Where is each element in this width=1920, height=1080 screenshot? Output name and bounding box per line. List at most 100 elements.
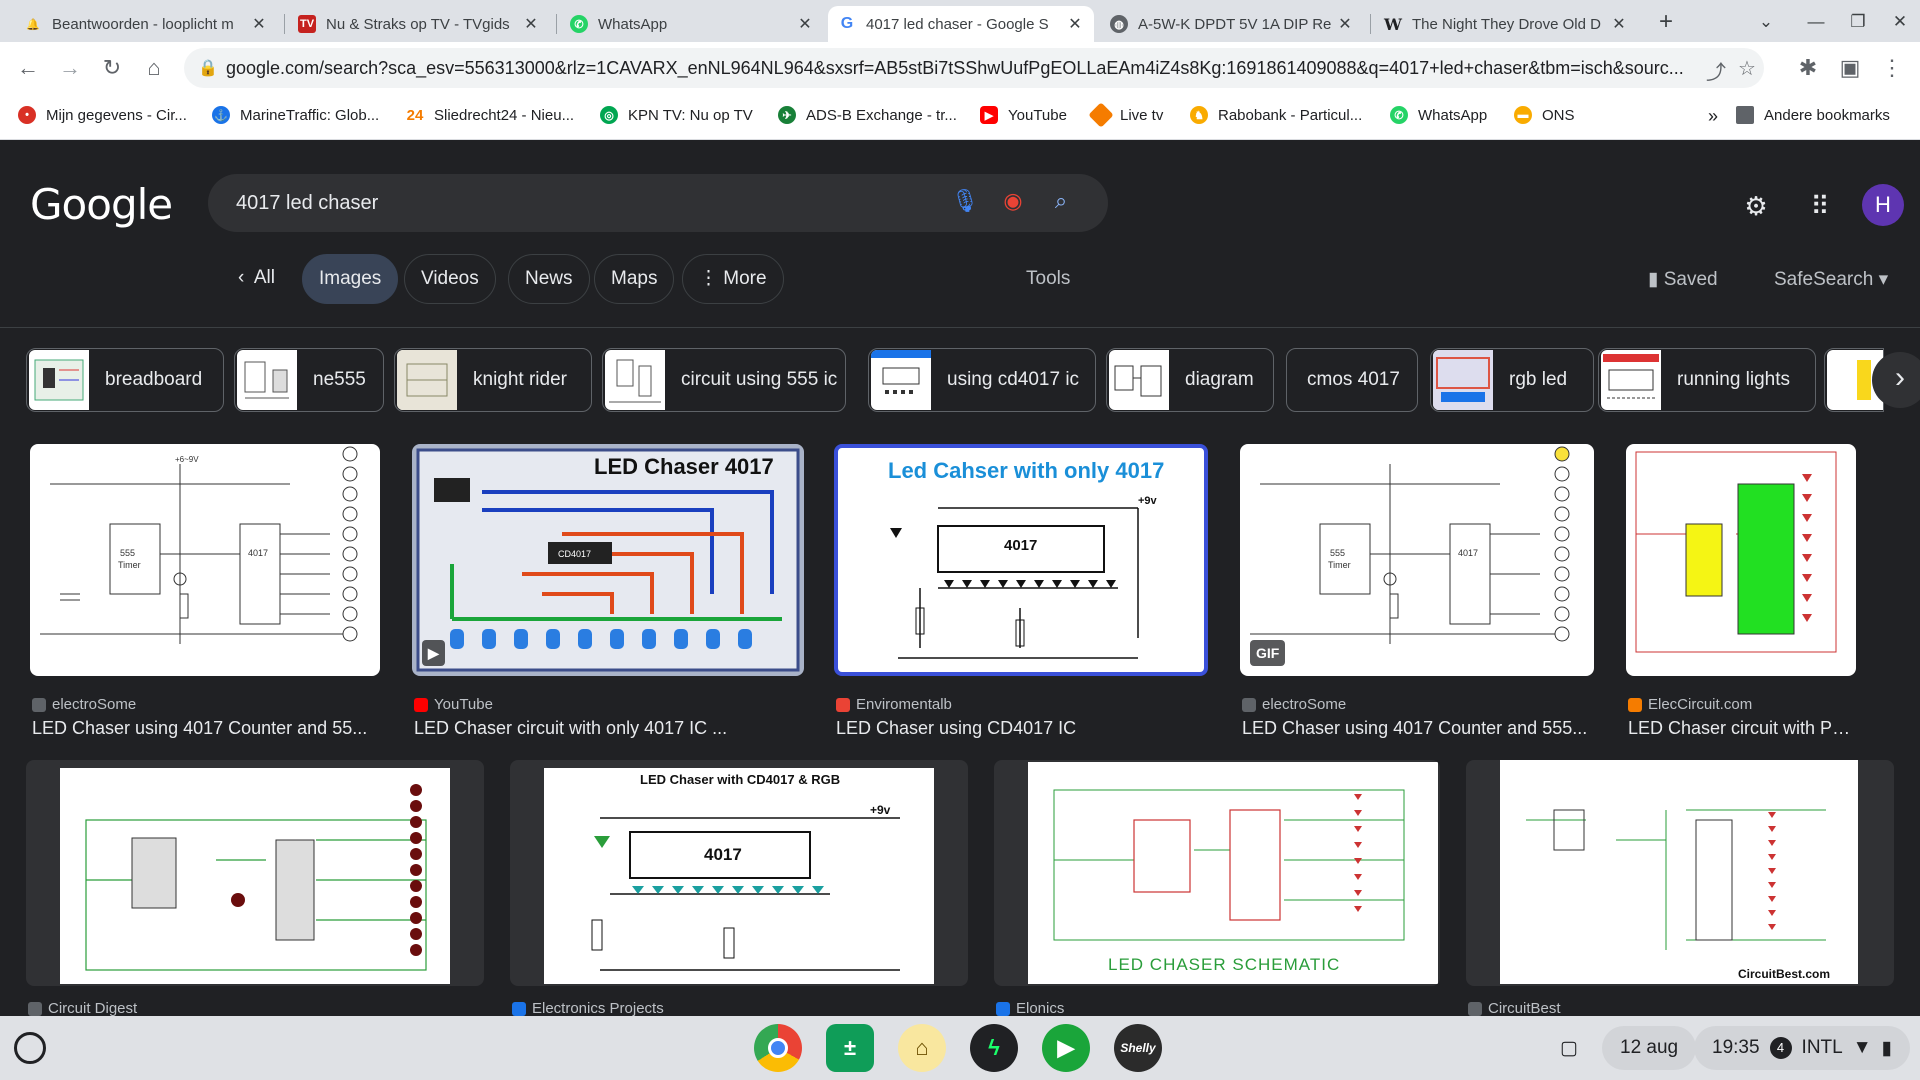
related-chip-running-lights[interactable]: running lights — [1598, 348, 1816, 412]
tab-tvgids[interactable]: TV Nu & Straks op TV - TVgids ✕ — [288, 6, 550, 42]
date-tray[interactable]: 12 aug — [1602, 1026, 1697, 1070]
result-thumbnail[interactable]: LED CHASER SCHEMATIC — [994, 760, 1440, 986]
tab-relay[interactable]: ◍ A-5W-K DPDT 5V 1A DIP Re ✕ — [1100, 6, 1364, 42]
settings-gear-icon[interactable]: ⚙ — [1736, 186, 1776, 226]
calculator-app-icon[interactable]: ± — [826, 1024, 874, 1072]
result-source[interactable]: YouTube — [414, 696, 493, 713]
result-thumbnail[interactable]: CircuitBest.com — [1466, 760, 1894, 986]
image-result[interactable]: Led Cahser with only 4017 +9v 4017 Envir… — [834, 444, 1208, 738]
play-app-icon[interactable]: ▶ — [1042, 1024, 1090, 1072]
restore-button[interactable]: ❐ — [1840, 8, 1876, 36]
bookmark-rabobank[interactable]: ♞ Rabobank - Particul... — [1190, 106, 1362, 124]
forward-button[interactable]: → — [54, 52, 86, 84]
share-icon[interactable]: ⤴ — [1706, 56, 1726, 85]
minimize-button[interactable]: — — [1798, 8, 1834, 36]
result-source[interactable]: Elonics — [996, 1000, 1064, 1016]
more-bookmarks-button[interactable]: » — [1708, 106, 1718, 127]
address-bar[interactable]: 🔒 google.com/search?sca_esv=556313000&rl… — [184, 48, 1764, 88]
menu-icon[interactable]: ⋮ — [1876, 52, 1908, 84]
bookmark-adsb[interactable]: ✈ ADS-B Exchange - tr... — [778, 106, 957, 124]
result-title[interactable]: LED Chaser using CD4017 IC — [836, 718, 1210, 739]
lens-icon[interactable]: ◉ — [998, 188, 1028, 218]
result-source[interactable]: Electronics Projects — [512, 1000, 664, 1016]
image-result[interactable]: ElecCircuit.com LED Chaser circuit with … — [1626, 444, 1858, 738]
bookmark-sliedrecht24[interactable]: 24 Sliedrecht24 - Nieu... — [406, 106, 574, 124]
home-button[interactable]: ⌂ — [138, 52, 170, 84]
result-thumbnail[interactable] — [26, 760, 484, 986]
result-title[interactable]: LED Chaser circuit with only 4017 IC ... — [414, 718, 806, 739]
result-source[interactable]: Circuit Digest — [28, 1000, 137, 1016]
result-thumbnail[interactable]: Led Cahser with only 4017 +9v 4017 — [834, 444, 1208, 676]
related-chip-ne555[interactable]: ne555 — [234, 348, 384, 412]
close-icon[interactable]: ✕ — [1066, 14, 1084, 34]
safesearch-button[interactable]: SafeSearch ▾ — [1774, 268, 1888, 291]
side-panel-icon[interactable]: ▣ — [1834, 52, 1866, 84]
bookmark-ons[interactable]: ▬ ONS — [1514, 106, 1575, 124]
result-thumbnail[interactable]: LED Chaser with CD4017 & RGB +9v 4017 — [510, 760, 968, 986]
google-logo[interactable]: Google — [30, 180, 173, 229]
chrome-app-icon[interactable] — [754, 1024, 802, 1072]
related-chip-rgb-led[interactable]: rgb led — [1430, 348, 1594, 412]
url-text[interactable]: google.com/search?sca_esv=556313000&rlz=… — [226, 58, 1706, 79]
close-icon[interactable]: ✕ — [522, 14, 540, 34]
tab-search-button[interactable]: ⌄ — [1748, 8, 1784, 36]
result-source[interactable]: ElecCircuit.com — [1628, 696, 1752, 713]
image-result[interactable]: CircuitBest.com CircuitBest — [1466, 760, 1894, 1016]
tab-wikipedia[interactable]: W The Night They Drove Old D ✕ — [1374, 6, 1638, 42]
tab-google-search[interactable]: G 4017 led chaser - Google S ✕ — [828, 6, 1094, 42]
image-result[interactable]: 555 Timer 4017 +6~9V electroSome LED Cha… — [30, 444, 380, 738]
tab-images[interactable]: Images — [302, 254, 399, 304]
search-input[interactable]: 4017 led chaser — [236, 192, 378, 215]
new-tab-button[interactable]: + — [1652, 8, 1680, 36]
image-result[interactable]: Circuit Digest — [26, 760, 484, 1016]
extensions-icon[interactable]: ✱ — [1792, 52, 1824, 84]
bookmark-live-tv[interactable]: Live tv — [1088, 102, 1163, 128]
bookmark-youtube[interactable]: ▶ YouTube — [980, 106, 1067, 124]
image-result[interactable]: LED Chaser with CD4017 & RGB +9v 4017 El… — [510, 760, 968, 1016]
result-thumbnail[interactable]: 555 Timer 4017 GIF — [1240, 444, 1594, 676]
tools-button[interactable]: Tools — [1026, 268, 1070, 290]
result-title[interactable]: LED Chaser using 4017 Counter and 555... — [1242, 718, 1596, 739]
tab-news[interactable]: News — [508, 254, 590, 304]
bookmark-kpn-tv[interactable]: ◎ KPN TV: Nu op TV — [600, 106, 753, 124]
site-info-icon[interactable]: 🔒 — [198, 58, 218, 78]
bolt-app-icon[interactable]: ϟ — [970, 1024, 1018, 1072]
related-chip-knight-rider[interactable]: knight rider — [394, 348, 592, 412]
shelly-app-icon[interactable]: Shelly — [1114, 1024, 1162, 1072]
close-icon[interactable]: ✕ — [1336, 14, 1354, 34]
result-thumbnail[interactable]: 555 Timer 4017 +6~9V — [30, 444, 380, 676]
image-result[interactable]: CD4017 LED Chaser 4017 ▶ YouTube LED Cha… — [412, 444, 804, 738]
search-box[interactable]: 4017 led chaser 🎙 ◉ ⌕ — [208, 174, 1108, 232]
other-bookmarks-folder[interactable]: Andere bookmarks — [1736, 106, 1890, 124]
close-icon[interactable]: ✕ — [1610, 14, 1628, 34]
tab-maps[interactable]: Maps — [594, 254, 675, 304]
image-result[interactable]: 555 Timer 4017 GIF electroSome LED Chase… — [1240, 444, 1594, 738]
avatar[interactable]: H — [1862, 184, 1904, 226]
search-icon[interactable]: ⌕ — [1046, 188, 1076, 218]
close-icon[interactable]: ✕ — [250, 14, 268, 34]
result-title[interactable]: LED Chaser circuit with PCB l... — [1628, 718, 1858, 739]
result-source[interactable]: electroSome — [1242, 696, 1346, 713]
reload-button[interactable]: ↻ — [96, 52, 128, 84]
home-app-icon[interactable]: ⌂ — [898, 1024, 946, 1072]
close-window-button[interactable]: ✕ — [1882, 8, 1918, 36]
launcher-button[interactable] — [14, 1032, 46, 1064]
apps-grid-icon[interactable]: ⠿ — [1800, 186, 1840, 226]
bookmark-whatsapp[interactable]: ✆ WhatsApp — [1390, 106, 1487, 124]
tab-videos[interactable]: Videos — [404, 254, 496, 304]
microphone-icon[interactable]: 🎙 — [950, 188, 980, 218]
related-chip-cd4017[interactable]: using cd4017 ic — [868, 348, 1096, 412]
saved-button[interactable]: ▮ Saved — [1648, 268, 1718, 291]
bookmark-mijn-gegevens[interactable]: • Mijn gegevens - Cir... — [18, 106, 187, 124]
tab-whatsapp[interactable]: ✆ WhatsApp ✕ — [560, 6, 824, 42]
screen-capture-icon[interactable]: ▢ — [1548, 1026, 1590, 1070]
result-source[interactable]: electroSome — [32, 696, 136, 713]
status-tray[interactable]: 19:35 4 INTL ▼ ▮ — [1694, 1026, 1911, 1070]
bookmark-star-icon[interactable]: ☆ — [1738, 56, 1756, 81]
tab-more[interactable]: ⋮ More — [682, 254, 784, 304]
result-source[interactable]: Enviromentalb — [836, 696, 952, 713]
result-thumbnail[interactable] — [1626, 444, 1856, 676]
tab-all[interactable]: ‹ All — [222, 254, 291, 304]
result-source[interactable]: CircuitBest — [1468, 1000, 1561, 1016]
back-button[interactable]: ← — [12, 52, 44, 84]
